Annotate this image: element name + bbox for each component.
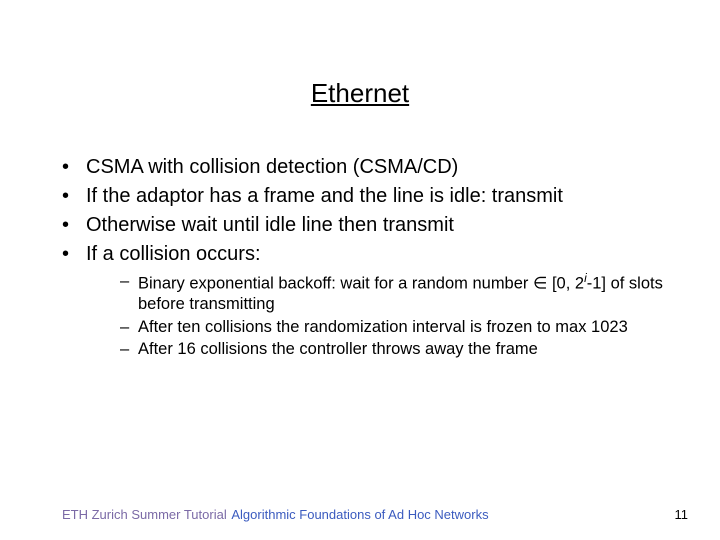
sub-bullet-item: Binary exponential backoff: wait for a r… <box>120 271 670 315</box>
footer-center: Algorithmic Foundations of Ad Hoc Networ… <box>0 507 720 522</box>
sub-bullet-list: Binary exponential backoff: wait for a r… <box>60 271 670 360</box>
sub-bullet-item: After 16 collisions the controller throw… <box>120 339 670 360</box>
bullet-item: Otherwise wait until idle line then tran… <box>60 213 670 238</box>
sub-bullet-item: After ten collisions the randomization i… <box>120 317 670 338</box>
bullet-item: CSMA with collision detection (CSMA/CD) <box>60 155 670 180</box>
slide-title: Ethernet <box>0 78 720 109</box>
slide-body: CSMA with collision detection (CSMA/CD) … <box>60 155 670 362</box>
bullet-item: If a collision occurs: <box>60 242 670 267</box>
sub-text: Binary exponential backoff: wait for a r… <box>138 275 584 293</box>
page-number: 11 <box>675 507 689 522</box>
bullet-item: If the adaptor has a frame and the line … <box>60 184 670 209</box>
bullet-list: CSMA with collision detection (CSMA/CD) … <box>60 155 670 267</box>
slide: Ethernet CSMA with collision detection (… <box>0 0 720 540</box>
